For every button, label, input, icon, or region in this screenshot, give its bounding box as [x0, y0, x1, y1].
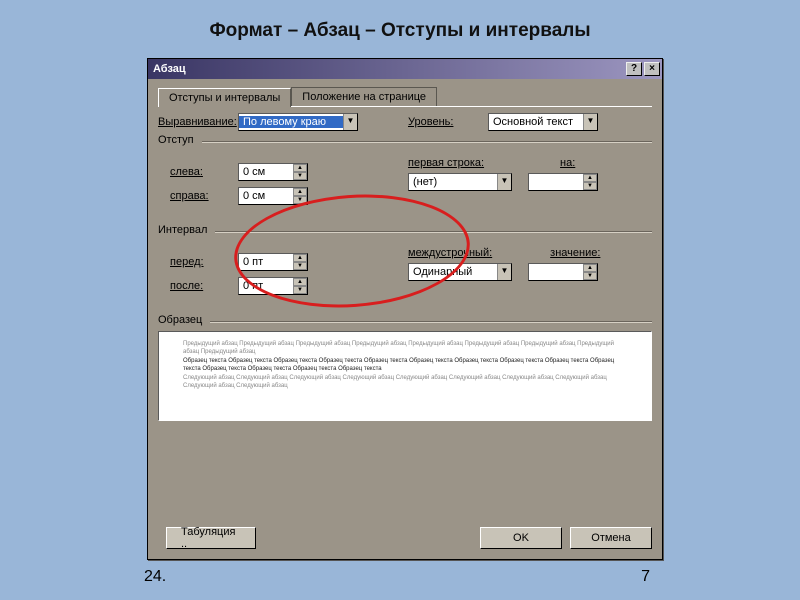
chevron-down-icon[interactable]: ▼	[497, 264, 511, 280]
firstline-label: первая строка:	[408, 157, 484, 169]
tab-strip: Отступы и интервалы Положение на страниц…	[158, 87, 652, 107]
cancel-button[interactable]: Отмена	[570, 527, 652, 549]
spacing-group: Интервал	[158, 231, 652, 233]
spin-down-icon[interactable]: ▼	[583, 182, 597, 190]
spin-down-icon[interactable]: ▼	[293, 172, 307, 180]
alignment-value: По левому краю	[239, 116, 343, 128]
linespacing-at-spinner[interactable]: ▲▼	[528, 263, 598, 281]
chevron-down-icon[interactable]: ▼	[497, 174, 511, 190]
linespacing-combo[interactable]: Одинарный ▼	[408, 263, 512, 281]
spacing-after-label: после:	[158, 280, 238, 292]
window-title: Абзац	[153, 63, 186, 75]
spacing-after-spinner[interactable]: 0 пт ▲▼	[238, 277, 308, 295]
linespacing-label: междустрочный:	[408, 247, 492, 259]
preview-group: Образец	[158, 321, 652, 323]
alignment-label: Выравнивание:	[158, 116, 238, 128]
spin-down-icon[interactable]: ▼	[293, 262, 307, 270]
indent-right-label: справа:	[158, 190, 238, 202]
spin-down-icon[interactable]: ▼	[583, 272, 597, 280]
spacing-before-spinner[interactable]: 0 пт ▲▼	[238, 253, 308, 271]
spin-up-icon[interactable]: ▲	[293, 188, 307, 196]
close-button[interactable]: ×	[644, 62, 660, 76]
spin-up-icon[interactable]: ▲	[293, 278, 307, 286]
chevron-down-icon[interactable]: ▼	[343, 114, 357, 130]
indent-left-spinner[interactable]: 0 см ▲▼	[238, 163, 308, 181]
firstline-combo[interactable]: (нет) ▼	[408, 173, 512, 191]
help-button[interactable]: ?	[626, 62, 642, 76]
firstline-by-spinner[interactable]: ▲▼	[528, 173, 598, 191]
level-combo[interactable]: Основной текст ▼	[488, 113, 598, 131]
preview-faint-before: Предыдущий абзац Предыдущий абзац Предыд…	[183, 340, 627, 357]
tab-position[interactable]: Положение на странице	[291, 87, 437, 106]
paragraph-dialog: Абзац ? × Отступы и интервалы Положение …	[147, 58, 663, 560]
linespacing-at-label: значение:	[550, 247, 600, 259]
level-value: Основной текст	[489, 116, 583, 128]
slide-title: Формат – Абзац – Отступы и интервалы	[0, 20, 800, 42]
alignment-combo[interactable]: По левому краю ▼	[238, 113, 358, 131]
spin-up-icon[interactable]: ▲	[583, 264, 597, 272]
spin-up-icon[interactable]: ▲	[293, 164, 307, 172]
preview-box: Предыдущий абзац Предыдущий абзац Предыд…	[158, 331, 652, 421]
preview-faint-after: Следующий абзац Следующий абзац Следующи…	[183, 374, 627, 391]
footer-right: 7	[641, 568, 650, 586]
level-label: Уровень:	[408, 116, 468, 128]
firstline-by-label: на:	[560, 157, 575, 169]
chevron-down-icon[interactable]: ▼	[583, 114, 597, 130]
indent-right-spinner[interactable]: 0 см ▲▼	[238, 187, 308, 205]
titlebar[interactable]: Абзац ? ×	[148, 59, 662, 79]
spin-up-icon[interactable]: ▲	[293, 254, 307, 262]
footer-left: 24.	[144, 568, 166, 586]
spin-down-icon[interactable]: ▼	[293, 286, 307, 294]
indent-group: Отступ	[158, 141, 652, 143]
spin-down-icon[interactable]: ▼	[293, 196, 307, 204]
ok-button[interactable]: OK	[480, 527, 562, 549]
spin-up-icon[interactable]: ▲	[583, 174, 597, 182]
preview-sample-text: Образец текста Образец текста Образец те…	[183, 357, 627, 374]
tabs-button[interactable]: Табуляция ..	[166, 527, 256, 549]
tab-indents[interactable]: Отступы и интервалы	[158, 88, 291, 107]
indent-left-label: слева:	[158, 166, 238, 178]
spacing-before-label: перед:	[158, 256, 238, 268]
